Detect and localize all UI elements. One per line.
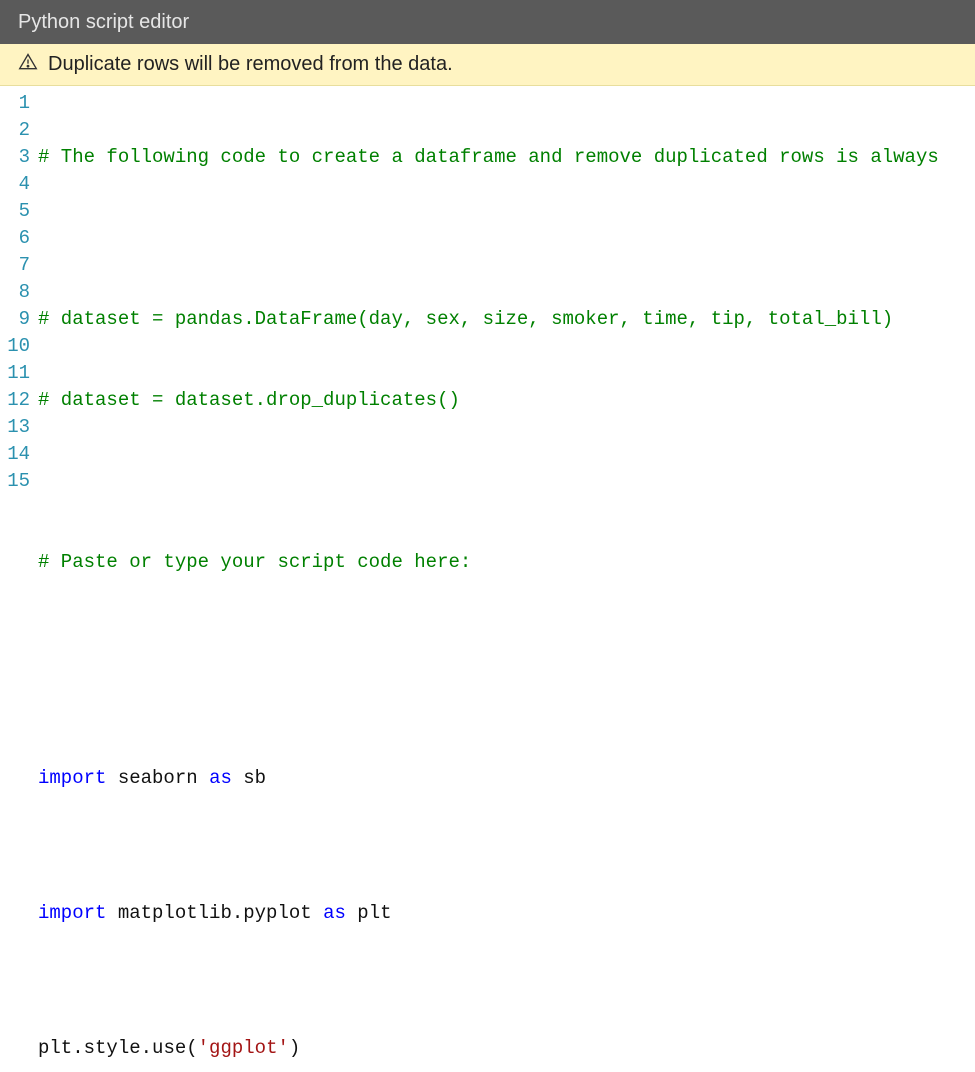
code-line[interactable]: # dataset = dataset.drop_duplicates() <box>38 387 975 414</box>
code-area[interactable]: # The following code to create a datafra… <box>38 90 975 1072</box>
module: seaborn <box>118 767 198 789</box>
keyword-import: import <box>38 902 106 924</box>
comment: # Paste or type your script code here: <box>38 551 471 573</box>
code-line[interactable] <box>38 630 975 657</box>
comment: # dataset = pandas.DataFrame(day, sex, s… <box>38 308 893 330</box>
line-number: 11 <box>0 360 30 387</box>
module: matplotlib.pyplot <box>118 902 312 924</box>
keyword-import: import <box>38 767 106 789</box>
line-number: 8 <box>0 279 30 306</box>
keyword-as: as <box>209 767 232 789</box>
warning-text: Duplicate rows will be removed from the … <box>48 53 453 76</box>
line-number: 12 <box>0 387 30 414</box>
code-line[interactable] <box>38 468 975 495</box>
comment: # dataset = dataset.drop_duplicates() <box>38 389 460 411</box>
title-label: Python script editor <box>18 11 189 34</box>
gutter: 1 2 3 4 5 6 7 8 9 10 11 12 13 14 15 <box>0 90 38 1072</box>
code-line[interactable]: # The following code to create a datafra… <box>38 144 975 171</box>
code-line[interactable]: import seaborn as sb <box>38 765 975 792</box>
code-line[interactable] <box>38 225 975 252</box>
obj: plt <box>38 1037 72 1059</box>
line-number: 14 <box>0 441 30 468</box>
line-number: 4 <box>0 171 30 198</box>
line-number: 5 <box>0 198 30 225</box>
alias: sb <box>243 767 266 789</box>
code-editor[interactable]: 1 2 3 4 5 6 7 8 9 10 11 12 13 14 15 # Th… <box>0 86 975 1072</box>
code-line[interactable]: import matplotlib.pyplot as plt <box>38 900 975 927</box>
line-number: 7 <box>0 252 30 279</box>
line-number: 13 <box>0 414 30 441</box>
fn: style.use <box>84 1037 187 1059</box>
warning-triangle-icon <box>18 52 38 78</box>
line-number: 15 <box>0 468 30 495</box>
line-number: 10 <box>0 333 30 360</box>
comment: # The following code to create a datafra… <box>38 146 939 168</box>
line-number: 1 <box>0 90 30 117</box>
code-line[interactable]: # dataset = pandas.DataFrame(day, sex, s… <box>38 306 975 333</box>
line-number: 6 <box>0 225 30 252</box>
line-number: 9 <box>0 306 30 333</box>
string: 'ggplot' <box>198 1037 289 1059</box>
warning-bar: Duplicate rows will be removed from the … <box>0 44 975 86</box>
keyword-as: as <box>323 902 346 924</box>
code-line[interactable]: # Paste or type your script code here: <box>38 549 975 576</box>
code-line[interactable]: plt.style.use('ggplot') <box>38 1035 975 1062</box>
alias: plt <box>357 902 391 924</box>
line-number: 2 <box>0 117 30 144</box>
line-number: 3 <box>0 144 30 171</box>
title-bar: Python script editor <box>0 0 975 44</box>
